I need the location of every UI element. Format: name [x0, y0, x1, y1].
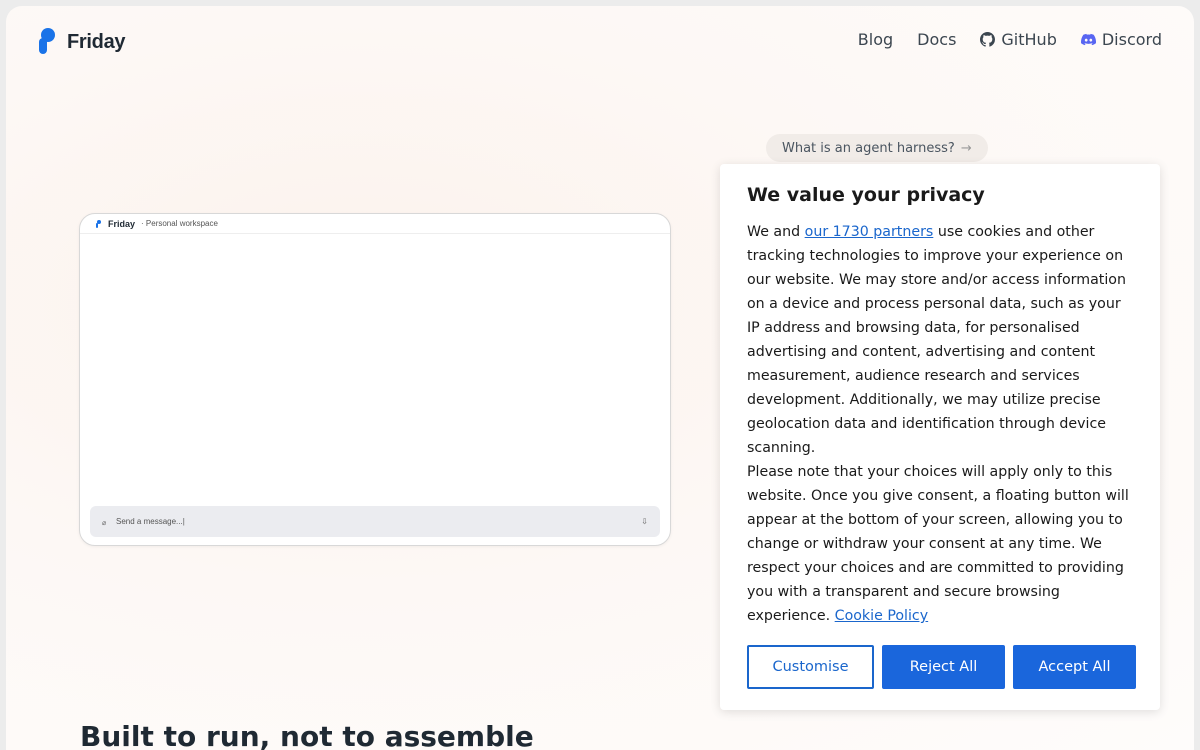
discord-label: Discord — [1101, 30, 1162, 49]
consent-title: We value your privacy — [747, 184, 985, 206]
discord-icon — [1080, 33, 1096, 46]
preview-subtitle: · Personal workspace — [141, 219, 218, 228]
nav-docs-link[interactable]: Docs — [917, 30, 956, 49]
consent-buttons: Customise Reject All Accept All — [747, 645, 1136, 689]
page-frame: Friday Blog Docs GitHub Discord What is … — [6, 6, 1194, 750]
brand-logo[interactable]: Friday — [37, 28, 126, 56]
preview-header: Friday · Personal workspace — [80, 214, 670, 234]
pill-label: What is an agent harness? — [782, 140, 955, 156]
friday-logo-icon — [37, 28, 57, 56]
accept-all-button[interactable]: Accept All — [1013, 645, 1136, 689]
cookie-policy-link[interactable]: Cookie Policy — [835, 608, 928, 624]
message-composer: ⌀ Send a message...| ⇩ — [90, 506, 660, 537]
reject-all-button[interactable]: Reject All — [882, 645, 1005, 689]
nav-discord-link[interactable]: Discord — [1080, 30, 1162, 49]
composer-placeholder: Send a message...| — [116, 517, 185, 526]
nav-github-link[interactable]: GitHub — [980, 30, 1057, 49]
agent-harness-pill[interactable]: What is an agent harness? → — [766, 134, 988, 162]
app-preview: Friday · Personal workspace ⌀ Send a mes… — [79, 213, 671, 546]
customise-button[interactable]: Customise — [747, 645, 874, 689]
partners-link[interactable]: our 1730 partners — [805, 224, 934, 240]
nav-blog-link[interactable]: Blog — [858, 30, 893, 49]
consent-paragraph-1: We and our 1730 partners use cookies and… — [747, 224, 1126, 456]
paperclip-icon: ⌀ — [102, 519, 107, 527]
send-icon: ⇩ — [641, 517, 648, 526]
section-heading: Built to run, not to assemble — [80, 720, 534, 750]
cookie-consent-dialog: We value your privacy We and our 1730 pa… — [720, 164, 1160, 710]
github-label: GitHub — [1001, 30, 1057, 49]
top-nav: Blog Docs GitHub Discord — [858, 30, 1162, 49]
github-icon — [980, 32, 996, 47]
brand-name: Friday — [67, 30, 126, 53]
preview-title: Friday — [108, 218, 136, 229]
friday-logo-icon — [96, 219, 102, 228]
arrow-right-icon: → — [960, 140, 972, 156]
consent-paragraph-2: Please note that your choices will apply… — [747, 464, 1129, 624]
